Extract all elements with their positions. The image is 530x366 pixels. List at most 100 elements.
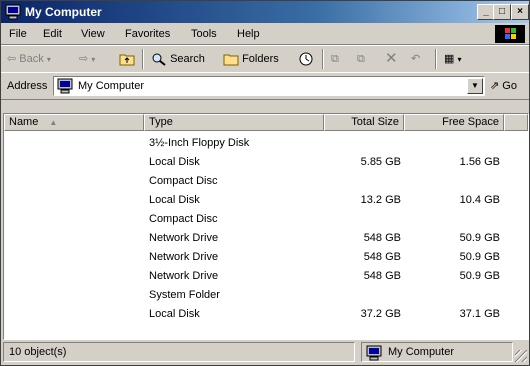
- drive-row[interactable]: Compact Disc (D:)Compact Disc: [4, 172, 528, 191]
- chevron-down-icon: ▾: [46, 55, 51, 64]
- my-computer-icon: [366, 345, 382, 361]
- column-header-type[interactable]: Type: [144, 114, 324, 131]
- toolbar-separator: [322, 49, 324, 69]
- delete-button[interactable]: ✕: [385, 50, 398, 68]
- drive-total-size: 5.85 GB: [360, 156, 401, 168]
- maximize-button[interactable]: □: [493, 4, 511, 20]
- folders-icon: [223, 54, 239, 66]
- undo-button[interactable]: ↶: [411, 50, 420, 68]
- menu-edit[interactable]: Edit: [43, 28, 62, 40]
- drive-free-space: 37.1 GB: [459, 308, 500, 320]
- drive-free-space: 50.9 GB: [459, 251, 500, 263]
- drive-type: Local Disk: [149, 308, 200, 320]
- drive-total-size: 548 GB: [363, 270, 401, 282]
- menu-view[interactable]: View: [81, 28, 105, 40]
- address-dropdown-button[interactable]: ▼: [467, 78, 483, 94]
- move-to-icon: ⧉: [331, 53, 339, 65]
- drive-type: Network Drive: [149, 270, 219, 282]
- drive-total-size: 548 GB: [363, 232, 401, 244]
- forward-button[interactable]: ⇨ ▾: [79, 50, 95, 68]
- drive-list-view[interactable]: Name ▲ Type Total Size Free Space 3½ Flo…: [3, 113, 529, 340]
- history-icon: [299, 52, 313, 66]
- status-object-count-pane: 10 object(s): [3, 342, 355, 362]
- menu-help[interactable]: Help: [237, 28, 260, 40]
- drive-row[interactable]: Compact Disc (F:)Compact Disc: [4, 210, 528, 229]
- copy-to-icon: ⧉: [357, 53, 365, 65]
- toolbar-separator: [142, 49, 144, 69]
- drive-type: 3½-Inch Floppy Disk: [149, 137, 250, 149]
- folders-button[interactable]: Folders: [223, 50, 279, 68]
- column-header-total-size[interactable]: Total Size: [324, 114, 404, 131]
- status-location: My Computer: [388, 346, 455, 358]
- title-bar[interactable]: My Computer _ □ ×: [1, 1, 529, 23]
- explorer-window: My Computer _ □ × File Edit View Favorit…: [0, 0, 530, 366]
- back-button[interactable]: ⇦ Back ▾: [7, 50, 51, 68]
- back-arrow-icon: ⇦: [7, 53, 17, 65]
- chevron-down-icon: ▼: [471, 81, 479, 90]
- address-label: Address: [7, 80, 48, 92]
- drive-free-space: 10.4 GB: [459, 194, 500, 206]
- drive-type: Compact Disc: [149, 175, 218, 187]
- drive-row[interactable]: Mpegs on 'Fs1' (M:)Network Drive548 GB50…: [4, 267, 528, 286]
- column-header-free-space[interactable]: Free Space: [404, 114, 504, 131]
- drive-type: Compact Disc: [149, 213, 218, 225]
- window-title: My Computer: [25, 5, 102, 19]
- drive-row[interactable]: 3½ Floppy (A:)3½-Inch Floppy Disk: [4, 134, 528, 153]
- drive-row[interactable]: Control PanelSystem Folder: [4, 286, 528, 305]
- chevron-down-icon: ▾: [457, 55, 462, 64]
- column-header-row: Name ▲ Type Total Size Free Space: [4, 114, 528, 131]
- address-bar: Address My Computer ▼ ⇗ Go: [1, 72, 529, 100]
- drive-row[interactable]: Local Disk (C:)Local Disk5.85 GB1.56 GB: [4, 153, 528, 172]
- resize-grip[interactable]: [515, 350, 527, 362]
- drive-total-size: 548 GB: [363, 251, 401, 263]
- windows-logo-icon: [495, 25, 525, 43]
- close-button[interactable]: ×: [511, 4, 529, 20]
- search-icon: [152, 53, 166, 66]
- go-arrow-icon: ⇗: [490, 80, 500, 92]
- search-button[interactable]: Search: [151, 50, 205, 68]
- address-input[interactable]: My Computer ▼: [53, 76, 485, 96]
- move-to-button[interactable]: ⧉: [331, 50, 339, 68]
- copy-to-button[interactable]: ⧉: [357, 50, 365, 68]
- drive-type: Local Disk: [149, 194, 200, 206]
- up-folder-icon: [119, 54, 135, 66]
- drive-free-space: 1.56 GB: [459, 156, 500, 168]
- status-bar: 10 object(s) My Computer: [1, 340, 529, 364]
- column-header-name[interactable]: Name ▲: [4, 114, 144, 131]
- menu-file[interactable]: File: [9, 28, 27, 40]
- my-computer-icon: [57, 78, 73, 94]
- views-icon: ▦: [444, 53, 455, 65]
- menu-favorites[interactable]: Favorites: [125, 28, 170, 40]
- drive-free-space: 50.9 GB: [459, 232, 500, 244]
- drive-total-size: 13.2 GB: [360, 194, 401, 206]
- forward-arrow-icon: ⇨: [79, 53, 89, 65]
- status-zone-pane: My Computer: [361, 342, 513, 362]
- drive-row[interactable]: Local Disk (E:)Local Disk13.2 GB10.4 GB: [4, 191, 528, 210]
- drive-total-size: 37.2 GB: [360, 308, 401, 320]
- drive-row[interactable]: Public on 'Fs1' (G:)Network Drive548 GB5…: [4, 229, 528, 248]
- delete-x-icon: ✕: [385, 50, 398, 67]
- up-folder-button[interactable]: [119, 50, 135, 68]
- views-button[interactable]: ▦ ▾: [444, 50, 461, 68]
- chevron-down-icon: ▾: [91, 55, 96, 64]
- drive-row[interactable]: Manuals on 'Fs1' (…Network Drive548 GB50…: [4, 248, 528, 267]
- drive-row[interactable]: FS4PRO (I:)Local Disk37.2 GB37.1 GB: [4, 305, 528, 324]
- my-computer-icon: [5, 4, 21, 20]
- menu-tools[interactable]: Tools: [191, 28, 217, 40]
- sort-ascending-icon: ▲: [49, 118, 58, 127]
- drive-type: System Folder: [149, 289, 220, 301]
- history-button[interactable]: [298, 50, 314, 68]
- drive-type: Network Drive: [149, 251, 219, 263]
- undo-icon: ↶: [411, 53, 421, 65]
- drive-rows: 3½ Floppy (A:)3½-Inch Floppy Disk Local D…: [4, 134, 528, 324]
- drive-type: Network Drive: [149, 232, 219, 244]
- drive-type: Local Disk: [149, 156, 200, 168]
- menu-bar: File Edit View Favorites Tools Help: [1, 24, 529, 45]
- address-value: My Computer: [78, 80, 145, 92]
- go-button[interactable]: ⇗ Go: [490, 79, 517, 92]
- status-object-count: 10 object(s): [9, 346, 67, 358]
- drive-free-space: 50.9 GB: [459, 270, 500, 282]
- standard-toolbar: ⇦ Back ▾ ⇨ ▾ Search Folders ⧉ ⧉ ✕ ↶ ▦ ▾: [1, 45, 529, 73]
- toolbar-separator: [435, 49, 437, 69]
- column-header-filler: [504, 114, 528, 131]
